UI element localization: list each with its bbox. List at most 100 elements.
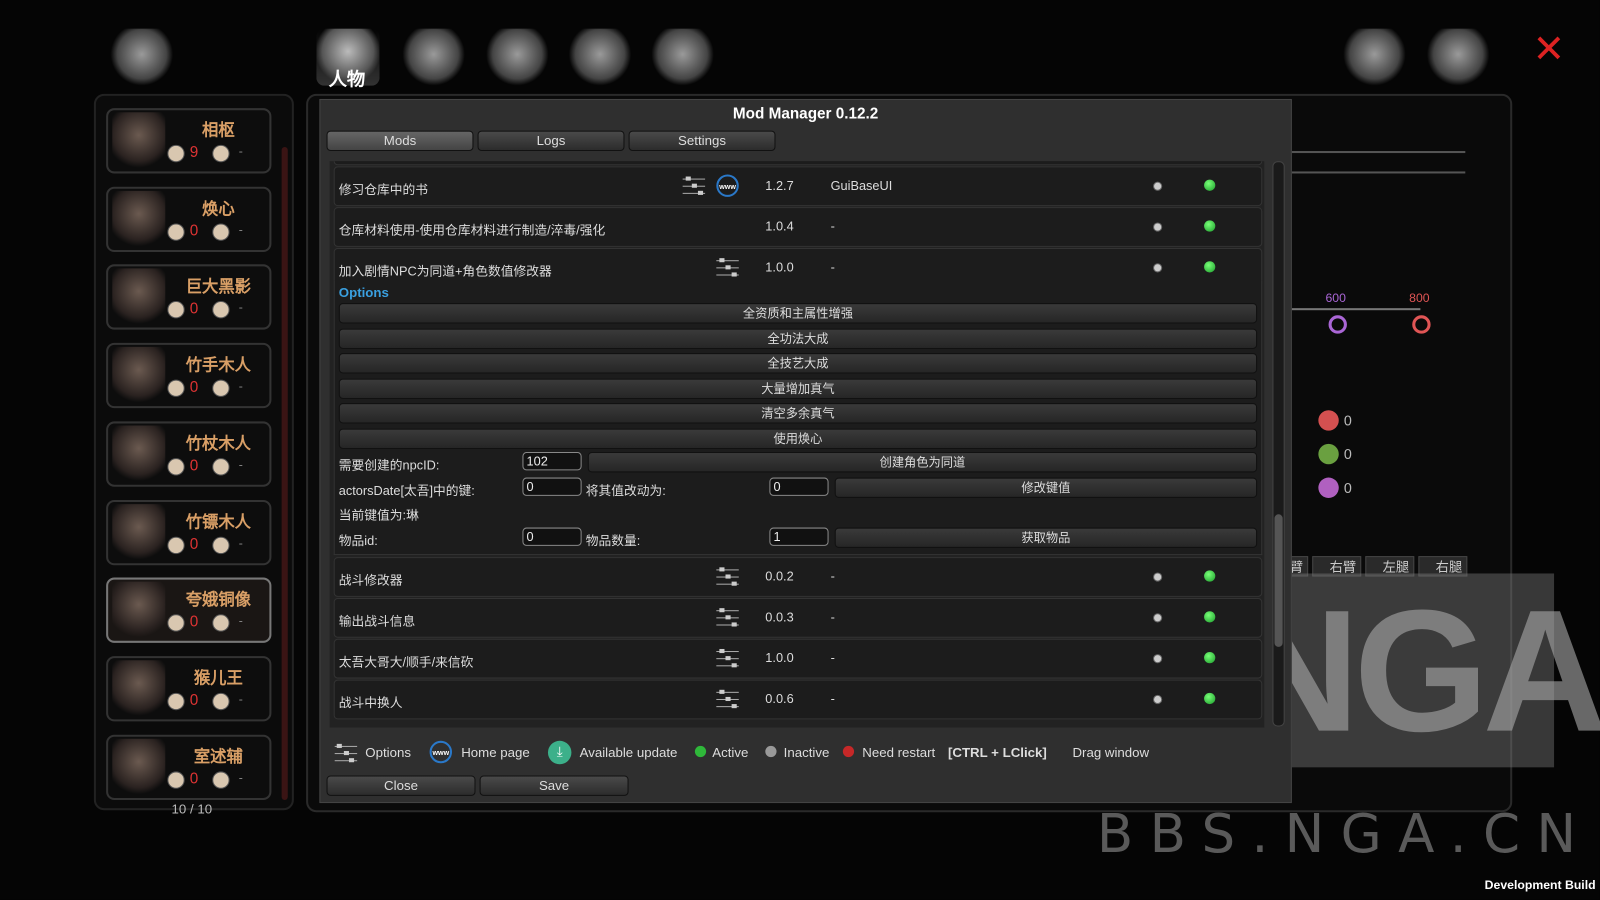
homepage-icon[interactable]: www: [716, 174, 739, 197]
status-active-icon: [1204, 179, 1216, 191]
tab-settings[interactable]: Settings: [628, 130, 776, 152]
restart-dot-icon: [842, 745, 855, 758]
save-button[interactable]: Save: [479, 775, 629, 796]
mod-version: 0.0.3: [765, 610, 794, 625]
character-card[interactable]: 夸娥铜像 0 -: [106, 577, 272, 644]
options-icon[interactable]: [716, 648, 739, 668]
mod-row[interactable]: 战斗中换人 0.0.6 -: [333, 679, 1263, 720]
npc-id-input[interactable]: 102: [522, 452, 582, 471]
sidebar-scrollbar[interactable]: [281, 146, 288, 800]
option-button[interactable]: 清空多余真气: [338, 403, 1258, 424]
change-to-input[interactable]: 0: [769, 477, 829, 496]
character-card[interactable]: 竹手木人 0 -: [106, 342, 272, 409]
character-extra: -: [238, 769, 243, 785]
character-extra: -: [238, 456, 243, 472]
mod-version: 1.0.0: [765, 651, 794, 666]
enable-toggle[interactable]: [1153, 222, 1163, 232]
taiji-icon: [167, 379, 185, 398]
enable-toggle[interactable]: [1153, 181, 1163, 191]
legend-update: Available update: [579, 744, 678, 761]
mod-row[interactable]: 战斗修改器 0.0.2 -: [333, 557, 1263, 597]
enable-toggle[interactable]: [1153, 613, 1163, 623]
item-id-input[interactable]: 0: [522, 527, 582, 546]
enable-toggle[interactable]: [1153, 572, 1163, 582]
options-icon[interactable]: [716, 566, 739, 586]
character-extra: -: [238, 613, 243, 628]
active-dot-icon: [694, 745, 707, 758]
enable-toggle[interactable]: [1153, 654, 1163, 664]
character-name: 夸娥铜像: [185, 592, 252, 610]
options-icon[interactable]: [716, 257, 739, 277]
options-icon[interactable]: [716, 607, 739, 627]
mod-row[interactable]: 修习仓库中的书 www 1.2.7 GuiBaseUI: [333, 166, 1263, 207]
option-button[interactable]: 大量增加真气: [338, 378, 1258, 399]
taiji-icon: [167, 771, 185, 789]
mod-row[interactable]: 太吾大哥大/顺手/来信砍 1.0.0 -: [333, 638, 1263, 679]
options-icon[interactable]: [716, 689, 739, 709]
inactive-dot-icon: [765, 745, 777, 758]
close-button[interactable]: Close: [326, 775, 476, 796]
options-icon[interactable]: [682, 176, 706, 196]
enable-toggle[interactable]: [1153, 263, 1163, 273]
buildings-icon[interactable]: [485, 28, 549, 86]
character-card[interactable]: 焕心 0 -: [106, 186, 272, 252]
beast-icon[interactable]: [568, 28, 632, 86]
mod-row[interactable]: [333, 161, 1263, 166]
key-input[interactable]: 0: [522, 477, 582, 496]
heart-icon: [212, 457, 230, 476]
mod-version: 0.0.2: [765, 569, 794, 584]
option-button[interactable]: 使用焕心: [338, 428, 1258, 449]
status-active-icon: [1204, 692, 1216, 705]
taiji-icon[interactable]: [651, 28, 715, 86]
character-extra: -: [238, 535, 243, 550]
character-card[interactable]: 室述辅 0 -: [106, 734, 272, 800]
mod-list-scrollbar[interactable]: [1272, 161, 1285, 727]
companions-icon[interactable]: [110, 28, 174, 86]
heart-icon: [212, 536, 230, 554]
mod-version: 1.0.4: [765, 219, 794, 234]
taiji-icon: [167, 223, 185, 241]
portrait: [112, 347, 166, 405]
get-item-button[interactable]: 获取物品: [834, 527, 1258, 548]
taiji-icon: [167, 301, 185, 319]
mod-requirement: -: [830, 569, 835, 584]
character-name: 相枢: [202, 122, 235, 140]
character-name: 竹镖木人: [185, 513, 252, 532]
tab-logs[interactable]: Logs: [477, 130, 625, 152]
character-card[interactable]: 猴儿王 0 -: [106, 656, 272, 722]
portrait: [112, 581, 166, 639]
legend-active: Active: [712, 744, 749, 761]
character-value: 0: [189, 300, 199, 318]
mod-row[interactable]: 仓库材料使用-使用仓库材料进行制造/淬毒/强化 1.0.4 -: [333, 207, 1263, 247]
martial-arts-icon[interactable]: [402, 28, 466, 86]
item-count-input[interactable]: 1: [769, 527, 829, 546]
enable-toggle[interactable]: [1153, 694, 1163, 705]
current-value-text: 当前键值为:琳: [338, 508, 419, 523]
scrollbar-thumb[interactable]: [1274, 514, 1283, 647]
mod-name: 输出战斗信息: [338, 614, 416, 629]
tab-mods[interactable]: Mods: [326, 130, 474, 152]
mod-name: 加入剧情NPC为同道+角色数值修改器: [338, 264, 552, 279]
mod-row[interactable]: 输出战斗信息 0.0.3 -: [333, 597, 1263, 638]
option-button[interactable]: 全资质和主属性增强: [338, 303, 1258, 324]
hammer-icon[interactable]: [1426, 28, 1490, 86]
option-button[interactable]: 全功法大成: [338, 328, 1258, 349]
watermark-site: BBS.NGA.CN: [1096, 804, 1593, 866]
heart-icon: [212, 379, 230, 398]
create-companion-button[interactable]: 创建角色为同道: [587, 452, 1258, 473]
marker-ring-icon: [1328, 315, 1347, 334]
character-card[interactable]: 竹杖木人 0 -: [106, 421, 272, 487]
modify-key-button[interactable]: 修改键值: [834, 477, 1258, 498]
character-card[interactable]: 巨大黑影 0 -: [106, 264, 272, 330]
character-card[interactable]: 竹镖木人 0 -: [106, 499, 272, 565]
close-icon[interactable]: ✕: [1533, 31, 1565, 70]
option-button[interactable]: 全技艺大成: [338, 353, 1258, 374]
library-icon[interactable]: [1342, 28, 1407, 86]
mod-options-panel: Options 全资质和主属性增强 全功法大成全技艺大成大量增加真气 清空多余真气使…: [333, 280, 1263, 556]
status-active-icon: [1204, 220, 1216, 232]
mod-name: 太吾大哥大/顺手/来信砍: [338, 655, 474, 670]
mod-manager-window[interactable]: Mod Manager 0.12.2 Mods Logs Settings 修习…: [319, 98, 1292, 804]
heart-icon: [212, 301, 230, 319]
character-card[interactable]: 相枢 9 -: [106, 108, 272, 174]
options-label: Options: [338, 284, 389, 300]
